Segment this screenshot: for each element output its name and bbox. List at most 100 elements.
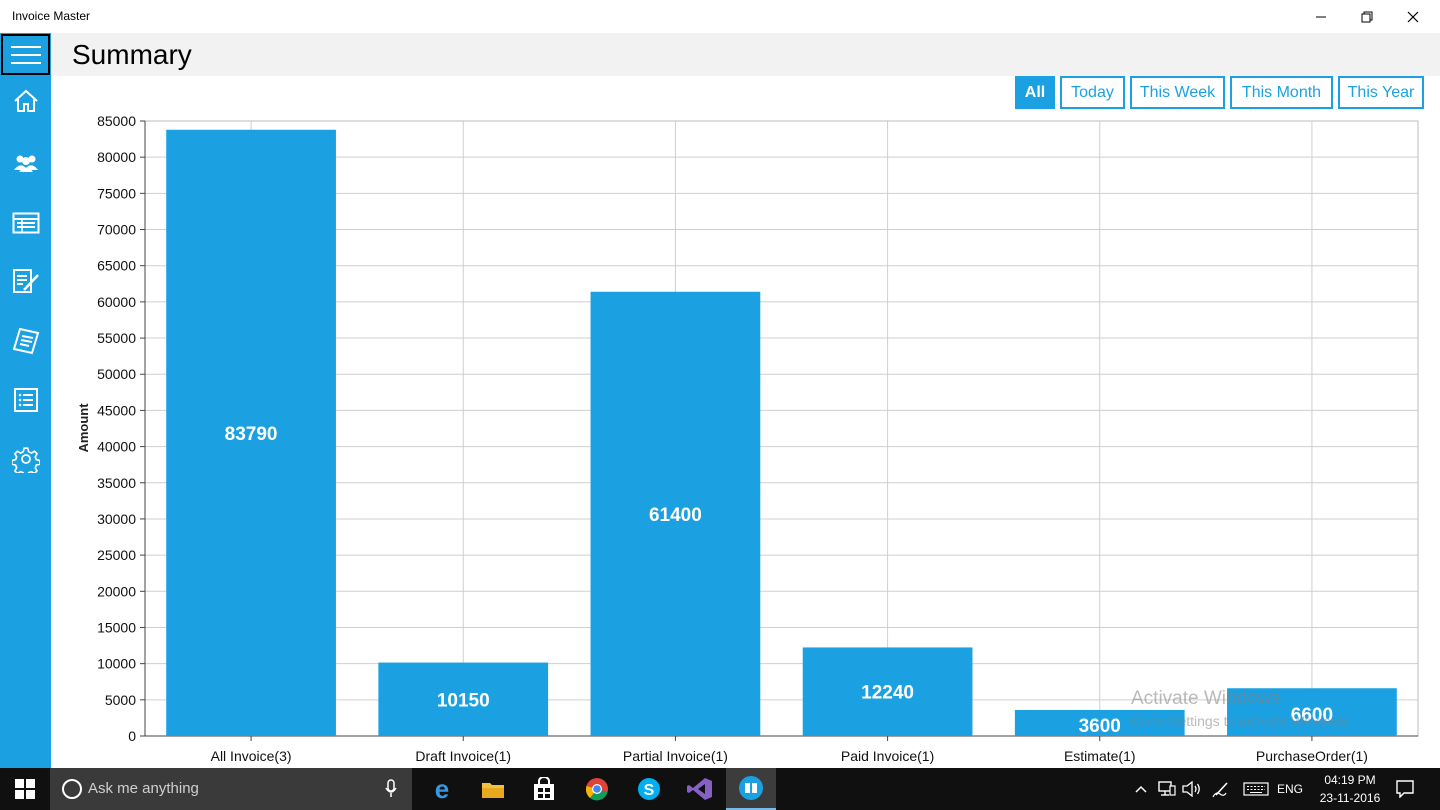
y-tick-label: 25000 — [97, 547, 136, 563]
y-tick-label: 50000 — [97, 366, 136, 382]
minimize-button[interactable] — [1298, 0, 1344, 33]
chart-bars — [166, 129, 1397, 736]
chevron-up-icon — [1135, 785, 1147, 793]
keyboard-icon — [1243, 782, 1269, 796]
y-tick-label: 80000 — [97, 149, 136, 165]
taskbar-edge[interactable]: e — [417, 768, 467, 810]
restore-button[interactable] — [1344, 0, 1390, 33]
pen-tray-button[interactable] — [1210, 768, 1232, 810]
bar-value-label: 61400 — [649, 505, 702, 526]
edge-icon: e — [435, 776, 449, 802]
skype-icon: S — [638, 778, 660, 800]
sidebar-item-list[interactable] — [0, 380, 51, 420]
x-axis-ticks: All Invoice(3) Draft Invoice(1) Partial In… — [211, 736, 1368, 764]
filter-today-button[interactable]: Today — [1060, 76, 1125, 109]
y-tick-label: 40000 — [97, 439, 136, 455]
bar-value-label: 3600 — [1079, 716, 1121, 737]
y-tick-label: 35000 — [97, 475, 136, 491]
x-tick-label: Paid Invoice(1) — [841, 748, 934, 764]
network-icon — [1158, 781, 1176, 796]
invoices-icon — [12, 212, 39, 234]
window-title: Invoice Master — [12, 9, 91, 23]
svg-text:S: S — [644, 782, 655, 799]
store-icon — [534, 777, 554, 800]
cortana-search-box[interactable]: Ask me anything — [50, 768, 412, 810]
invoice-master-icon — [739, 776, 763, 800]
start-button[interactable] — [0, 768, 50, 810]
y-tick-label: 15000 — [97, 619, 136, 635]
customers-icon — [13, 155, 38, 172]
close-icon — [1407, 11, 1419, 22]
y-tick-label: 5000 — [105, 692, 136, 708]
minimize-icon — [1316, 16, 1326, 17]
chrome-icon — [585, 778, 608, 801]
summary-bar-chart: 0 5000 10000 15000 20000 25000 30000 35000 40000… — [76, 113, 1419, 764]
close-button[interactable] — [1390, 0, 1436, 33]
y-axis-label: Amount — [76, 403, 91, 453]
hamburger-icon — [10, 45, 41, 64]
sidebar-item-home[interactable] — [0, 81, 51, 121]
taskbar: Ask me anything e S ENG 04:19 PM 23-11-2… — [0, 768, 1440, 810]
filter-this-month-button[interactable]: This Month — [1230, 76, 1333, 109]
pen-icon — [1212, 782, 1228, 798]
activation-watermark-text: Go to Settings to activate Windows. — [1131, 713, 1352, 729]
estimates-icon — [12, 269, 39, 293]
show-hidden-icons-button[interactable] — [1132, 768, 1150, 810]
bar-value-label: 12240 — [861, 683, 914, 704]
sidebar — [0, 33, 51, 768]
y-tick-label: 75000 — [97, 185, 136, 201]
touch-keyboard-button[interactable] — [1241, 768, 1271, 810]
y-tick-label: 65000 — [97, 258, 136, 274]
x-tick-label: Draft Invoice(1) — [415, 748, 511, 764]
network-tray-button[interactable] — [1156, 768, 1178, 810]
sidebar-item-estimates[interactable] — [0, 261, 51, 301]
input-language-indicator[interactable]: ENG — [1274, 768, 1306, 810]
y-tick-label: 20000 — [97, 583, 136, 599]
clock-date: 23-11-2016 — [1319, 791, 1381, 805]
y-tick-label: 30000 — [97, 511, 136, 527]
x-tick-label: Partial Invoice(1) — [623, 748, 728, 764]
microphone-icon[interactable] — [384, 779, 398, 799]
x-tick-label: Estimate(1) — [1064, 748, 1136, 764]
x-tick-label: PurchaseOrder(1) — [1256, 748, 1368, 764]
y-tick-label: 55000 — [97, 330, 136, 346]
sidebar-item-customers[interactable] — [0, 143, 51, 183]
sidebar-item-receipts[interactable] — [0, 321, 51, 361]
search-placeholder: Ask me anything — [88, 780, 199, 797]
notification-icon — [1396, 780, 1414, 798]
volume-tray-button[interactable] — [1181, 768, 1203, 810]
x-tick-label: All Invoice(3) — [211, 748, 292, 764]
sidebar-item-invoices[interactable] — [0, 203, 51, 243]
cortana-icon — [62, 779, 82, 799]
taskbar-invoice-master[interactable] — [726, 768, 776, 810]
receipts-icon — [12, 327, 39, 355]
bar-value-label: 10150 — [437, 690, 490, 711]
svg-text:e: e — [435, 776, 449, 802]
bar-value-label: 83790 — [225, 424, 278, 445]
taskbar-clock[interactable]: 04:19 PM 23-11-2016 — [1308, 771, 1392, 807]
filter-this-year-button[interactable]: This Year — [1338, 76, 1424, 109]
y-tick-label: 0 — [128, 728, 136, 744]
windows-logo-icon — [15, 779, 35, 799]
page-title: Summary — [72, 39, 192, 70]
action-center-button[interactable] — [1394, 768, 1416, 810]
y-tick-label: 45000 — [97, 402, 136, 418]
taskbar-skype[interactable]: S — [624, 768, 674, 810]
hamburger-menu-button[interactable] — [1, 34, 50, 75]
volume-icon — [1182, 781, 1200, 797]
file-explorer-icon — [482, 783, 504, 798]
activation-watermark-title: Activate Windows — [1131, 688, 1281, 709]
filter-all-button[interactable]: All — [1015, 76, 1055, 109]
settings-icon — [11, 447, 40, 473]
sidebar-item-settings[interactable] — [0, 439, 51, 479]
home-icon — [13, 89, 38, 112]
taskbar-file-explorer[interactable] — [468, 768, 518, 810]
filter-this-week-button[interactable]: This Week — [1130, 76, 1225, 109]
taskbar-visual-studio[interactable] — [675, 768, 725, 810]
title-bar: Invoice Master — [0, 0, 1440, 33]
y-tick-label: 85000 — [97, 113, 136, 129]
taskbar-store[interactable] — [519, 768, 569, 810]
restore-icon — [1361, 11, 1373, 22]
clock-time: 04:19 PM — [1324, 773, 1376, 787]
taskbar-chrome[interactable] — [572, 768, 622, 810]
